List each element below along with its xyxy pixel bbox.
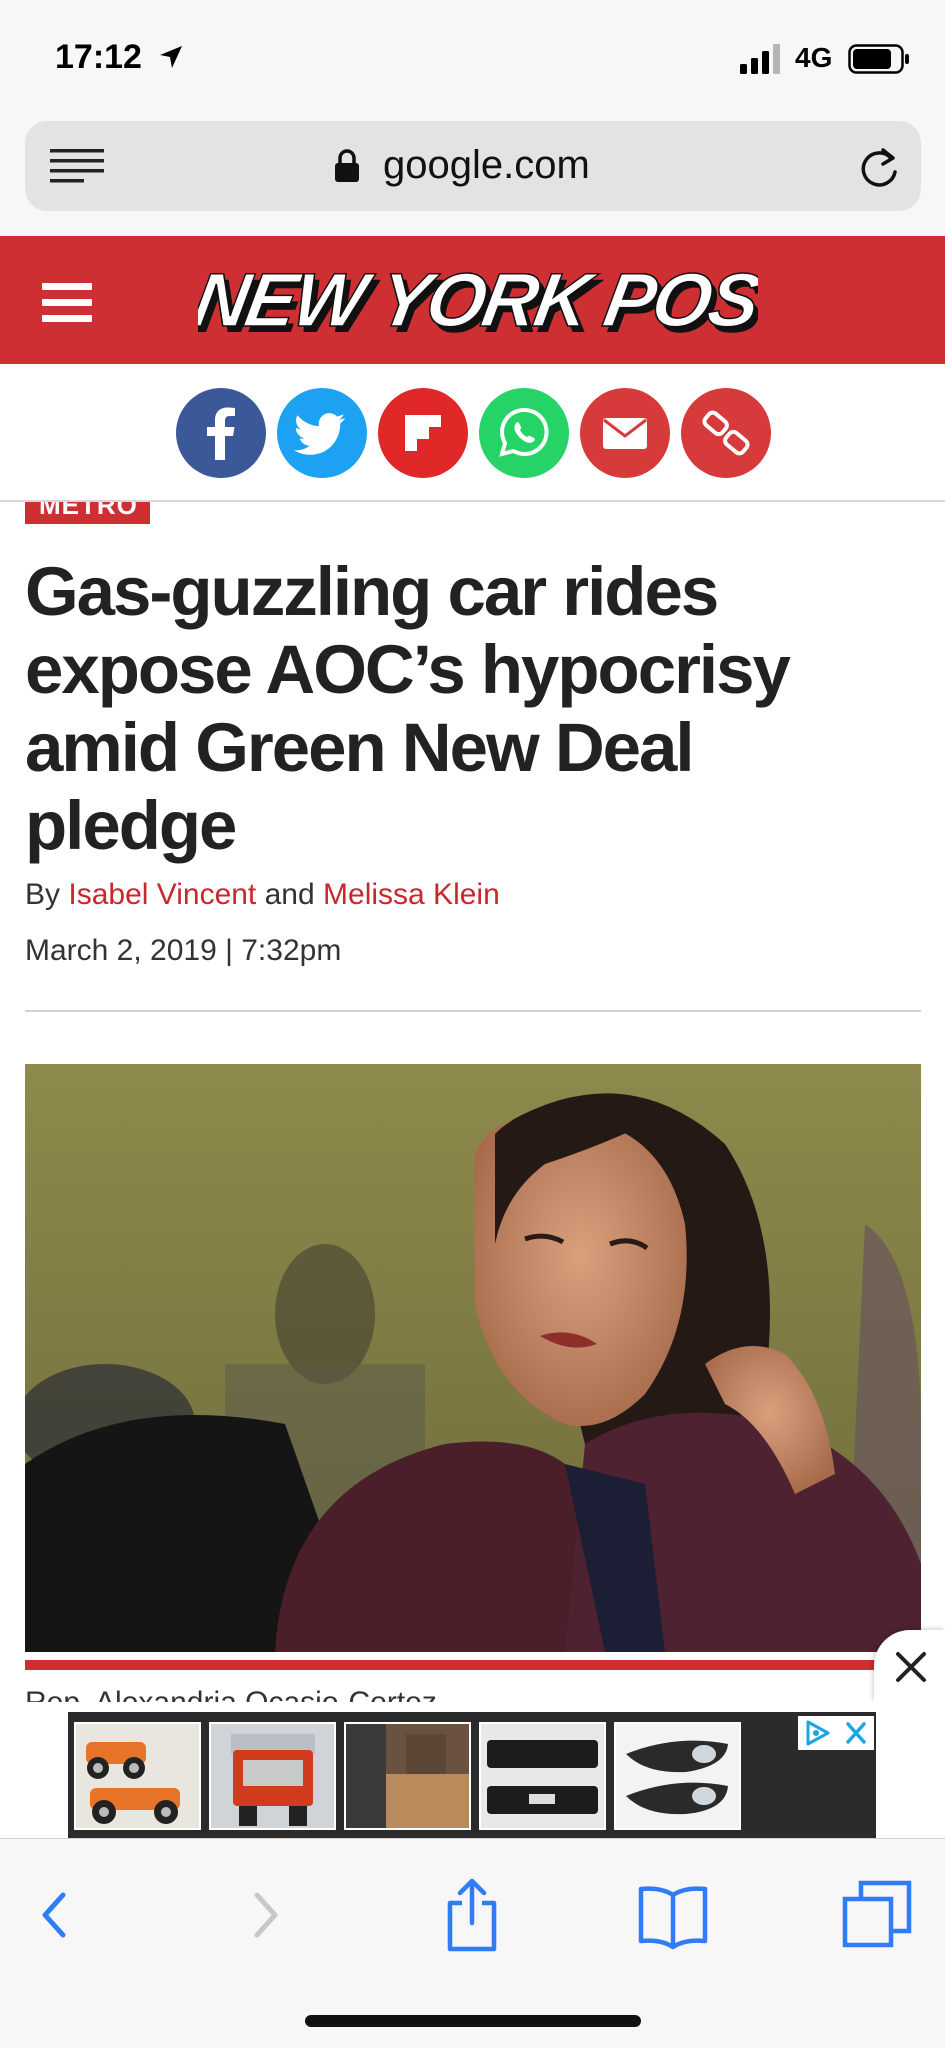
- browser-toolbar: [0, 1838, 945, 2048]
- twitter-icon: [294, 413, 346, 455]
- status-time: 17:12: [55, 38, 142, 76]
- battery-icon: [848, 44, 909, 74]
- whatsapp-share-button[interactable]: [479, 388, 569, 478]
- publish-date: March 2, 2019 | 7:32pm: [25, 934, 342, 967]
- twitter-share-button[interactable]: [277, 388, 367, 478]
- copy-link-button[interactable]: [681, 388, 771, 478]
- author-link[interactable]: Isabel Vincent: [68, 878, 256, 911]
- divider: [25, 1010, 921, 1012]
- status-bar: 17:12 4G: [0, 0, 945, 118]
- ad-image[interactable]: [209, 1722, 336, 1830]
- ad-close-button[interactable]: [874, 1630, 945, 1702]
- ad-image[interactable]: [479, 1722, 606, 1830]
- chevron-right-icon: [254, 1892, 278, 1938]
- byline-join: and: [264, 878, 315, 911]
- url-text[interactable]: google.com: [383, 143, 590, 188]
- byline: By Isabel Vincent and Melissa Klein: [25, 878, 500, 912]
- share-bar: [0, 364, 945, 502]
- bookmarks-button[interactable]: [633, 1875, 713, 1955]
- browser-address-area: google.com: [0, 118, 945, 236]
- location-arrow-icon: [160, 46, 182, 68]
- byline-prefix: By: [25, 878, 61, 911]
- mail-icon: [603, 418, 647, 449]
- ad-image[interactable]: [614, 1722, 741, 1830]
- reload-icon[interactable]: [857, 146, 901, 190]
- share-button[interactable]: [432, 1875, 512, 1955]
- signal-icon: [740, 44, 780, 74]
- lock-icon: [335, 149, 359, 182]
- flipboard-icon: [405, 415, 441, 451]
- section-label: METRO: [39, 502, 138, 520]
- facebook-share-button[interactable]: [176, 388, 266, 478]
- share-icon: [447, 1878, 497, 1952]
- chevron-left-icon: [42, 1892, 66, 1938]
- ad-banner[interactable]: [68, 1712, 876, 1838]
- tabs-icon: [842, 1880, 912, 1948]
- photo-rule: [25, 1660, 921, 1670]
- book-icon: [638, 1886, 708, 1950]
- flipboard-share-button[interactable]: [378, 388, 468, 478]
- author-link[interactable]: Melissa Klein: [323, 878, 500, 911]
- whatsapp-icon: [499, 407, 549, 457]
- new-york-post-logo[interactable]: NEW YORK POST NEW YORK POST: [198, 258, 758, 348]
- menu-icon[interactable]: [42, 283, 92, 323]
- ad-container: [0, 1702, 945, 1838]
- email-share-button[interactable]: [580, 388, 670, 478]
- section-tag[interactable]: METRO: [25, 502, 150, 524]
- site-header: NEW YORK POST NEW YORK POST: [0, 236, 945, 364]
- ad-image[interactable]: [74, 1722, 201, 1830]
- close-icon: [896, 1652, 926, 1682]
- link-icon: [702, 410, 750, 456]
- article-headline: Gas-guzzling car rides expose AOC’s hypo…: [25, 553, 791, 864]
- forward-button[interactable]: [225, 1875, 305, 1955]
- article-photo[interactable]: [25, 1064, 921, 1652]
- svg-text:NEW YORK POST: NEW YORK POST: [198, 259, 758, 343]
- home-indicator[interactable]: [305, 2015, 641, 2027]
- adchoices-badge[interactable]: [798, 1716, 874, 1750]
- adchoices-icon: [806, 1720, 866, 1746]
- back-button[interactable]: [15, 1875, 95, 1955]
- reader-view-icon[interactable]: [50, 149, 104, 185]
- address-bar[interactable]: google.com: [25, 121, 921, 211]
- tabs-button[interactable]: [837, 1875, 917, 1955]
- ad-image[interactable]: [344, 1722, 471, 1830]
- facebook-icon: [207, 407, 235, 460]
- network-type: 4G: [795, 42, 833, 73]
- photo-caption: Rep. Alexandria Ocasio-Cortez: [25, 1688, 625, 1702]
